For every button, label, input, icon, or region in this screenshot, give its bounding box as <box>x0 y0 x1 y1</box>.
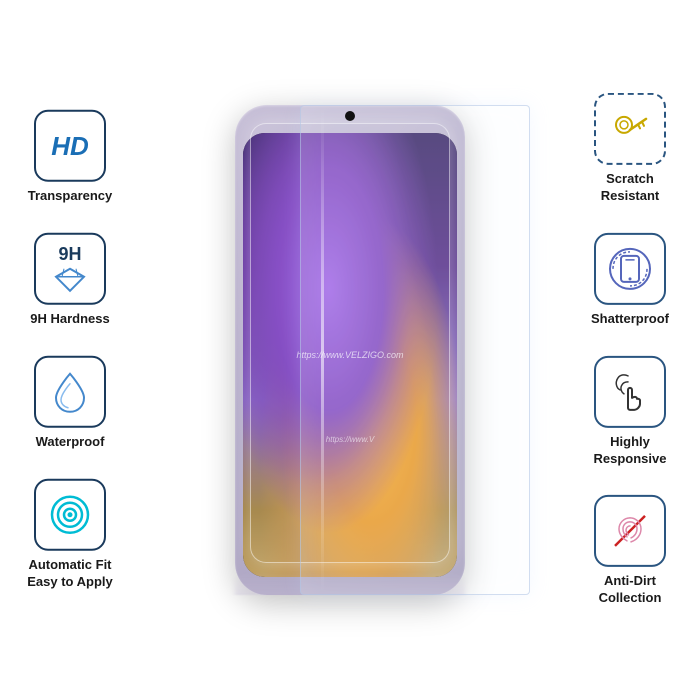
water-drop-icon <box>52 370 88 414</box>
scratch-label: Scratch Resistant <box>601 171 660 205</box>
feature-shatterproof: Shatterproof <box>591 233 669 328</box>
screen-background: https://www.VELZIGO.com https://www.V <box>243 133 457 577</box>
main-container: HD Transparency 9H 9H Hardness <box>0 0 700 700</box>
scratch-icon-box <box>594 93 666 165</box>
9h-icon: 9H <box>54 244 86 293</box>
highly-responsive-label: Highly Responsive <box>594 434 667 468</box>
right-features: Scratch Resistant Shatterproof <box>570 93 690 607</box>
waterproof-icon-box <box>34 356 106 428</box>
feature-highly-responsive: Highly Responsive <box>594 356 667 468</box>
phone-notch <box>345 111 355 121</box>
hd-icon: HD <box>51 130 89 161</box>
diamond-icon <box>54 267 86 293</box>
watermark-text-2: https://www.V <box>326 435 374 444</box>
waterproof-label: Waterproof <box>36 434 105 451</box>
phone-wrap: https://www.VELZIGO.com https://www.V <box>235 105 465 595</box>
fingerprint-icon <box>607 508 653 554</box>
feature-scratch-resistant: Scratch Resistant <box>594 93 666 205</box>
touch-icon-box <box>594 356 666 428</box>
shatterproof-icon-box <box>594 233 666 305</box>
feature-anti-dirt: Anti-Dirt Collection <box>594 495 666 607</box>
phone-body: https://www.VELZIGO.com https://www.V <box>235 105 465 595</box>
phone-center: https://www.VELZIGO.com https://www.V <box>190 40 510 660</box>
hd-label: Transparency <box>28 188 113 205</box>
phone-reflection <box>235 571 465 595</box>
feature-9h-hardness: 9H 9H Hardness <box>30 233 109 328</box>
auto-fit-icon-box <box>34 478 106 550</box>
phone-screen: https://www.VELZIGO.com https://www.V <box>243 133 457 577</box>
watermark-text: https://www.VELZIGO.com <box>296 350 403 360</box>
anti-dirt-icon-box <box>594 495 666 567</box>
hd-icon-box: HD <box>34 110 106 182</box>
target-icon <box>46 490 94 538</box>
feature-hd-transparency: HD Transparency <box>28 110 113 205</box>
9h-icon-box: 9H <box>34 233 106 305</box>
auto-fit-label: Automatic Fit Easy to Apply <box>27 556 112 590</box>
feature-auto-fit: Automatic Fit Easy to Apply <box>27 478 112 590</box>
9h-label: 9H Hardness <box>30 311 109 328</box>
phone-circle-icon <box>607 246 653 292</box>
touch-icon <box>608 370 652 414</box>
shatterproof-label: Shatterproof <box>591 311 669 328</box>
key-icon <box>610 109 650 149</box>
feature-waterproof: Waterproof <box>34 356 106 451</box>
left-features: HD Transparency 9H 9H Hardness <box>10 110 130 590</box>
anti-dirt-label: Anti-Dirt Collection <box>599 573 662 607</box>
